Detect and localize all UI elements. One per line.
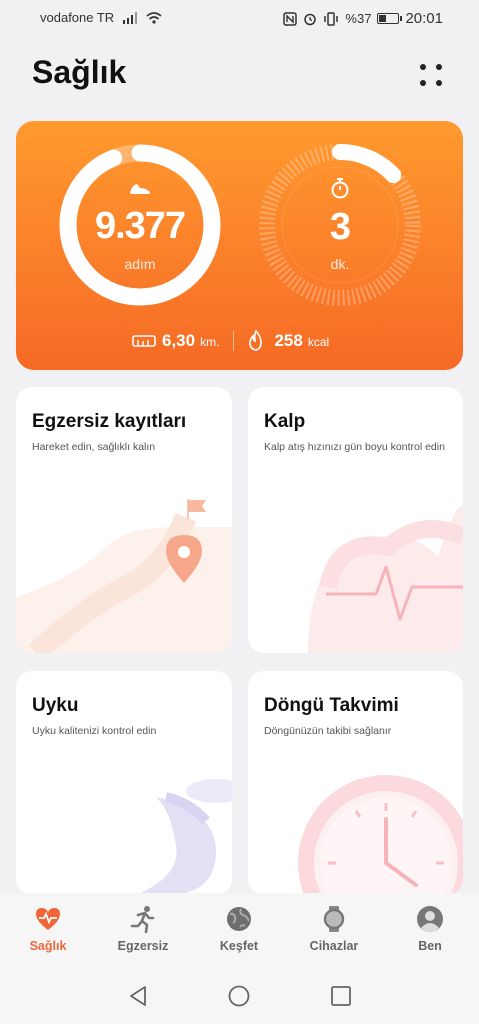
cycle-calendar-subtitle: Döngünüzün takibi sağlanır	[264, 725, 392, 737]
distance-unit: km.	[200, 335, 220, 349]
nav-item-saglik[interactable]: Sağlık	[8, 905, 88, 953]
status-bar: vodafone TR %37 20:01	[0, 0, 479, 36]
calories-value: 258	[274, 331, 303, 350]
carrier-label: vodafone TR	[40, 10, 115, 25]
page-title: Sağlık	[32, 54, 127, 90]
clock-time: 20:01	[405, 10, 443, 27]
nav-label-cihazlar: Cihazlar	[309, 939, 359, 953]
exercise-records-title: Egzersiz kayıtları	[32, 411, 187, 432]
nfc-icon	[283, 11, 298, 26]
bottom-navigation: Sağlık Egzersiz Keşfet Cihazlar Ben	[0, 893, 479, 968]
nav-item-egzersiz[interactable]: Egzersiz	[103, 905, 183, 953]
shoe-icon	[130, 184, 150, 194]
signal-icon	[123, 11, 138, 24]
steps-ring[interactable]: 9.377 adım	[58, 143, 222, 307]
back-icon[interactable]	[127, 985, 149, 1007]
active-minutes-unit: dk.	[330, 256, 350, 272]
stopwatch-icon	[331, 178, 349, 199]
heart-subtitle: Kalp atış hızınızı gün boyu kontrol edin	[264, 441, 445, 453]
recents-icon[interactable]	[330, 985, 352, 1007]
battery-percent: %37	[345, 11, 372, 26]
battery-icon	[377, 13, 403, 24]
nav-label-egzersiz: Egzersiz	[117, 939, 169, 953]
active-minutes-ring[interactable]: 3 dk.	[257, 142, 423, 308]
watch-icon	[323, 906, 345, 932]
wifi-icon	[146, 11, 162, 24]
ruler-icon	[132, 335, 156, 347]
alarm-icon	[304, 13, 317, 25]
globe-icon	[227, 907, 251, 931]
sleep-title: Uyku	[32, 695, 79, 716]
home-icon[interactable]	[228, 985, 250, 1007]
calories-unit: kcal	[307, 335, 330, 349]
running-icon	[130, 906, 155, 933]
nav-label-ben: Ben	[418, 939, 442, 953]
grid-dots-icon[interactable]	[414, 58, 448, 92]
exercise-records-card[interactable]: Egzersiz kayıtları Hareket edin, sağlıkl…	[16, 387, 232, 653]
cycle-calendar-card[interactable]: Döngü Takvimi Döngünüzün takibi sağlanır	[248, 671, 463, 895]
nav-label-saglik: Sağlık	[29, 939, 67, 953]
nav-item-cihazlar[interactable]: Cihazlar	[294, 905, 374, 953]
activity-stats-row: 6,30 km. 258 kcal	[132, 330, 329, 352]
sleep-subtitle: Uyku kalitenizi kontrol edin	[32, 725, 157, 737]
heart-title: Kalp	[264, 411, 306, 432]
sleep-card[interactable]: Uyku Uyku kalitenizi kontrol edin	[16, 671, 232, 895]
stats-divider	[233, 331, 235, 351]
heart-icon	[36, 908, 60, 930]
heart-card[interactable]: Kalp Kalp atış hızınızı gün boyu kontrol…	[248, 387, 463, 653]
person-icon	[417, 906, 443, 932]
vibrate-icon	[324, 11, 339, 26]
steps-value: 9.377	[94, 205, 186, 247]
activity-summary-card[interactable]: 9.377 adım 3 dk. 6,30 km. 258 kcal	[16, 121, 463, 370]
cycle-calendar-title: Döngü Takvimi	[264, 695, 399, 716]
system-navigation-bar	[0, 968, 479, 1024]
distance-value: 6,30	[162, 331, 196, 350]
flame-icon	[249, 330, 263, 351]
steps-unit: adım	[124, 256, 156, 272]
nav-item-kesfet[interactable]: Keşfet	[199, 905, 279, 953]
exercise-records-subtitle: Hareket edin, sağlıklı kalın	[32, 441, 156, 453]
nav-label-kesfet: Keşfet	[219, 939, 259, 953]
active-minutes-value: 3	[329, 206, 351, 248]
nav-item-ben[interactable]: Ben	[390, 905, 470, 953]
